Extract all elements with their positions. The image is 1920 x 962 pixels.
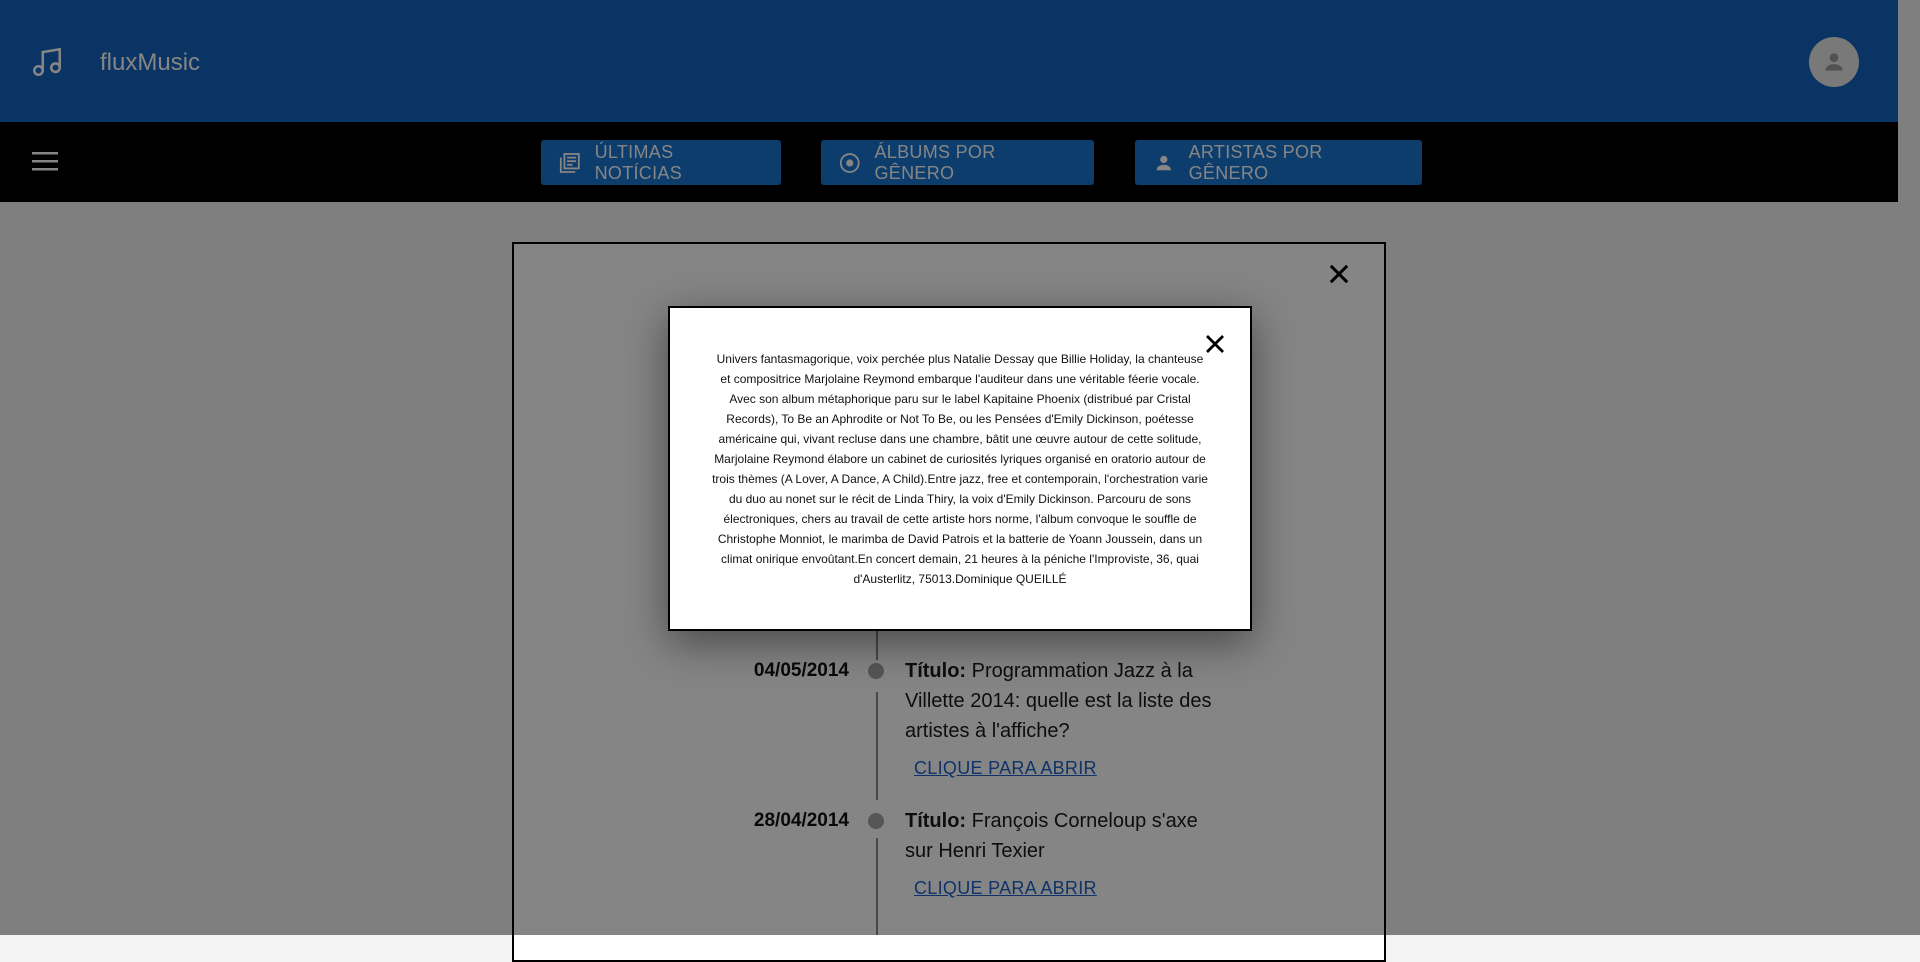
article-text: Univers fantasmagorique, voix perchée pl… — [712, 352, 1208, 586]
